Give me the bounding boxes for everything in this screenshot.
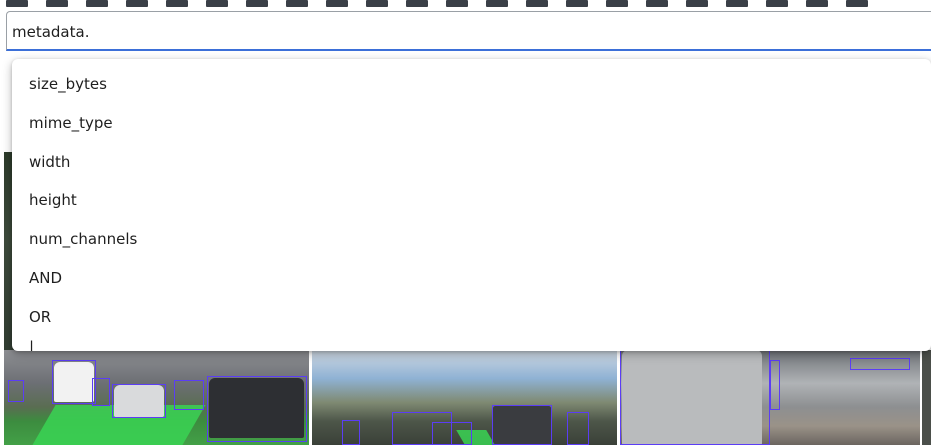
toolbar-segment [206,0,228,7]
toolbar-segment [806,0,828,7]
toolbar-segment [446,0,468,7]
toolbar-segment [566,0,588,7]
query-field[interactable] [6,11,931,51]
autocomplete-option[interactable]: width [12,143,931,182]
toolbar-segment [606,0,628,7]
bounding-box [567,412,589,445]
bounding-box [342,420,360,445]
toolbar-segment [646,0,668,7]
toolbar-segment [486,0,508,7]
toolbar-segment [846,0,868,7]
autocomplete-option[interactable]: OR [12,298,931,337]
bounding-box [432,422,472,445]
autocomplete-dropdown: size_bytes mime_type width height num_ch… [12,59,931,351]
toolbar-segment [126,0,148,7]
toolbar-segment [406,0,428,7]
bounding-box [92,378,110,406]
toolbar-segment [326,0,348,7]
toolbar-segment [46,0,68,7]
bounding-box [492,405,552,445]
bounding-box [174,380,204,410]
bounding-box [850,358,910,370]
toolbar-segment [526,0,548,7]
toolbar-segment [86,0,108,7]
sample-thumbnail[interactable] [4,350,309,445]
toolbar-segment [166,0,188,7]
toolbar-segment [686,0,708,7]
bounding-box [207,376,307,442]
toolbar-segment [6,0,28,7]
bounding-box [770,360,780,410]
sample-thumbnail[interactable] [312,350,617,445]
autocomplete-option[interactable]: size_bytes [12,65,931,104]
bounding-box [112,384,166,418]
bounding-box [8,380,24,402]
top-toolbar-strip [0,0,931,9]
bounding-box [620,350,770,445]
sample-thumbnail[interactable] [620,350,920,445]
toolbar-segment [246,0,268,7]
toolbar-segment [286,0,308,7]
toolbar-segment [726,0,748,7]
autocomplete-option[interactable]: height [12,181,931,220]
autocomplete-option[interactable]: num_channels [12,220,931,259]
autocomplete-list: size_bytes mime_type width height num_ch… [12,59,931,351]
autocomplete-option[interactable]: | [12,337,931,351]
autocomplete-option[interactable]: mime_type [12,104,931,143]
sample-thumbnail-partial[interactable] [922,350,931,445]
toolbar-segment [766,0,788,7]
toolbar-segment [366,0,388,7]
query-input[interactable] [12,20,912,44]
bounding-box [52,360,96,404]
autocomplete-option[interactable]: AND [12,259,931,298]
